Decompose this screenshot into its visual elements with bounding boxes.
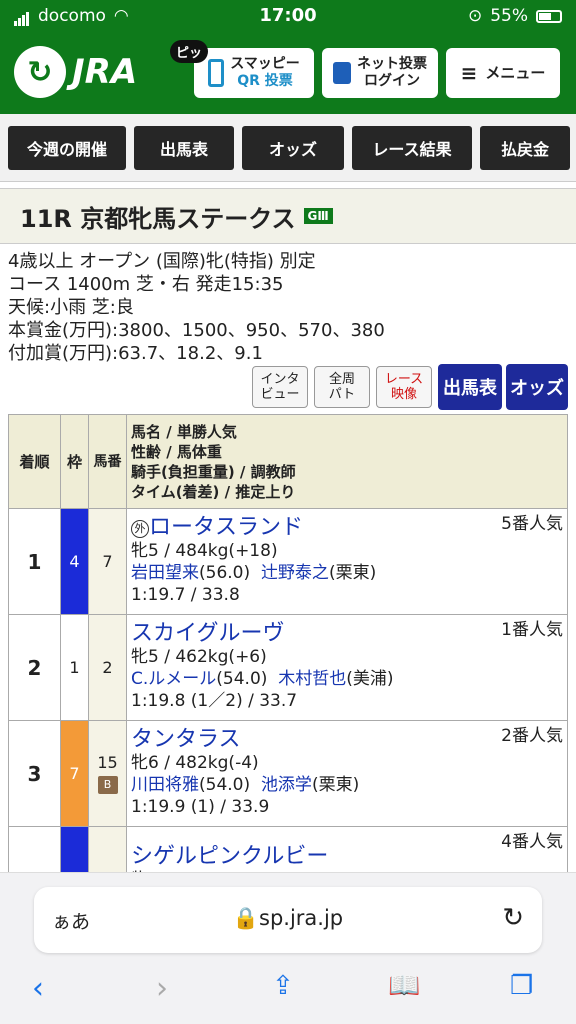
stable: (栗東) <box>328 563 377 583</box>
rank-cell: 3 <box>8 720 61 827</box>
horse-name-link[interactable]: スカイグルーヴ <box>131 621 285 646</box>
lock-icon: 🔒 <box>232 906 260 930</box>
frame-cell: 1 <box>60 614 89 721</box>
col-rank: 着順 <box>8 414 61 509</box>
race-added-prize: 付加賞(万円):63.7、18.2、9.1 <box>8 343 263 364</box>
site-header: ↻ JRA スマッピー QR 投票 ピッ ネット投票 ログイン ≡ メニュー <box>0 34 576 114</box>
jockey-link[interactable]: 岩田望来 <box>131 563 199 583</box>
sex-age-weight: 牝5 / 484kg(+18) <box>131 541 278 561</box>
foreign-badge: 外 <box>131 520 149 538</box>
trainer-link[interactable]: 池添学 <box>261 775 312 795</box>
nav-odds[interactable]: オッズ <box>242 126 344 170</box>
jockey-weight: (54.0) <box>216 669 268 689</box>
table-row[interactable]: 1 4 7 5番人気 外ロータスランド 牝5 / 484kg(+18) 岩田望来… <box>8 508 568 615</box>
battery-icon <box>536 9 562 23</box>
results-table: 着順 枠 馬番 馬名 / 単勝人気 性齢 / 馬体重 騎手(負担重量) / 調教師タ… <box>8 414 568 933</box>
popularity: 1番人気 <box>501 620 563 640</box>
sex-age-weight: 牝6 / 482kg(-4) <box>131 753 259 773</box>
hamburger-icon: ≡ <box>460 61 478 85</box>
main-nav: 今週の開催 出馬表 オッズ レース結果 払戻金 <box>0 114 576 182</box>
time-result: 1:19.9 (1) / 33.9 <box>131 797 270 817</box>
popularity: 5番人気 <box>501 514 563 534</box>
patrol-video-button[interactable]: 全周 パト <box>314 366 370 408</box>
number-cell: 7 <box>88 508 127 615</box>
nav-payout[interactable]: 払戻金 <box>480 126 570 170</box>
jockey-link[interactable]: 川田将雅 <box>131 775 199 795</box>
battery-percent: 55% <box>490 6 528 26</box>
bookmarks-icon[interactable]: 📖 <box>388 971 420 1001</box>
stable: (美浦) <box>346 669 394 689</box>
horse-name-link[interactable]: タンタラス <box>131 727 241 752</box>
nav-results[interactable]: レース結果 <box>352 126 472 170</box>
table-row[interactable]: 2 1 2 1番人気 スカイグルーヴ 牝5 / 462kg(+6) C.ルメール… <box>8 614 568 721</box>
phone-icon <box>208 59 225 87</box>
horse-name-link[interactable]: シゲルピンクルビー <box>131 844 328 869</box>
frame-cell: 7 <box>60 720 89 827</box>
nav-this-week[interactable]: 今週の開催 <box>8 126 126 170</box>
lock-icon <box>333 62 351 84</box>
time-result: 1:19.7 / 33.8 <box>131 585 240 605</box>
jra-logo[interactable]: ↻ JRA <box>14 46 137 98</box>
rank-cell: 2 <box>8 614 61 721</box>
address-bar[interactable]: ぁあ 🔒sp.jra.jp ↻ <box>34 887 542 953</box>
sex-age-weight: 牝5 / 462kg(+6) <box>131 647 267 667</box>
nav-race-card[interactable]: 出馬表 <box>134 126 234 170</box>
net-vote-login-button[interactable]: ネット投票 ログイン <box>322 48 438 98</box>
col-number: 馬番 <box>88 414 127 509</box>
menu-button[interactable]: ≡ メニュー <box>446 48 560 98</box>
jockey-link[interactable]: C.ルメール <box>131 669 216 689</box>
pip-badge: ピッ <box>170 40 209 63</box>
time-result: 1:19.8 (1／2) / 33.7 <box>131 691 298 711</box>
trainer-link[interactable]: 木村哲也 <box>278 669 346 689</box>
grade-badge: GⅢ <box>303 208 333 224</box>
blinker-badge: B <box>97 776 118 794</box>
browser-toolbar: ぁあ 🔒sp.jra.jp ↻ ‹ › ⇪ 📖 ❐ <box>0 872 576 1024</box>
jockey-weight: (54.0) <box>199 775 251 795</box>
back-icon[interactable]: ‹ <box>32 971 44 1006</box>
race-card-button[interactable]: 出馬表 <box>438 364 502 410</box>
stable: (栗東) <box>311 775 360 795</box>
number-cell: 15 B <box>88 720 127 827</box>
lock-rotation-icon: ⊙ <box>467 6 483 26</box>
race-info: 4歳以上 オープン (国際)牝(特指) 別定 コース 1400m 芝・右 発走1… <box>8 250 385 365</box>
reload-icon[interactable]: ↻ <box>502 903 524 933</box>
status-bar: docomo ◠ 17:00 ⊙ 55% <box>0 0 576 34</box>
race-course: コース 1400m 芝・右 発走15:35 <box>8 274 284 295</box>
interview-button[interactable]: インタ ビュー <box>252 366 308 408</box>
horse-detail-cell: 1番人気 スカイグルーヴ 牝5 / 462kg(+6) C.ルメール(54.0)… <box>126 614 568 721</box>
horse-detail-cell: 5番人気 外ロータスランド 牝5 / 484kg(+18) 岩田望来(56.0)… <box>126 508 568 615</box>
number-cell: 2 <box>88 614 127 721</box>
horse-detail-cell: 2番人気 タンタラス 牝6 / 482kg(-4) 川田将雅(54.0) 池添学… <box>126 720 568 827</box>
race-weather: 天候:小雨 芝:良 <box>8 297 134 318</box>
race-prize: 本賞金(万円):3800、1500、950、570、380 <box>8 320 385 341</box>
horse-logo-icon: ↻ <box>14 46 66 98</box>
share-icon[interactable]: ⇪ <box>272 971 294 1001</box>
popularity: 4番人気 <box>501 832 563 852</box>
jockey-weight: (56.0) <box>199 563 251 583</box>
tabs-icon[interactable]: ❐ <box>510 971 533 1001</box>
col-frame: 枠 <box>60 414 89 509</box>
rank-cell: 1 <box>8 508 61 615</box>
trainer-link[interactable]: 辻野泰之 <box>261 563 329 583</box>
odds-button[interactable]: オッズ <box>506 364 568 410</box>
race-title: 11R 京都牝馬ステークス <box>20 204 296 233</box>
race-title-bar: 11R 京都牝馬ステークス GⅢ <box>0 188 576 244</box>
smappy-qr-button[interactable]: スマッピー QR 投票 <box>194 48 314 98</box>
table-row[interactable]: 3 7 15 B 2番人気 タンタラス 牝6 / 482kg(-4) 川田将雅(5… <box>8 720 568 827</box>
popularity: 2番人気 <box>501 726 563 746</box>
horse-name-link[interactable]: ロータスランド <box>149 515 303 540</box>
col-detail: 馬名 / 単勝人気 性齢 / 馬体重 騎手(負担重量) / 調教師 タイム(着差) /… <box>126 414 568 509</box>
url-text[interactable]: 🔒sp.jra.jp <box>34 906 542 931</box>
forward-icon[interactable]: › <box>156 971 168 1006</box>
race-conditions: 4歳以上 オープン (国際)牝(特指) 別定 <box>8 251 316 272</box>
frame-cell: 4 <box>60 508 89 615</box>
race-video-button[interactable]: レース 映像 <box>376 366 432 408</box>
